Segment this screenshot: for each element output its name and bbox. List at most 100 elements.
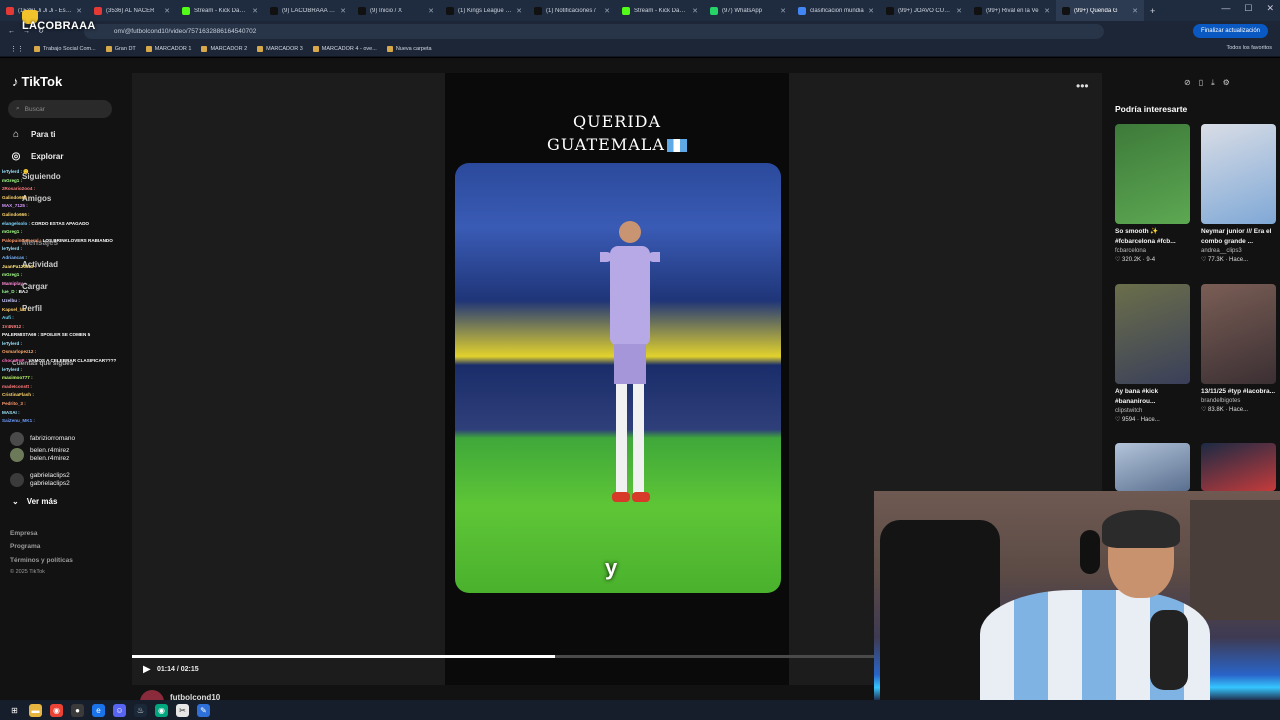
nav-label: Para ti xyxy=(31,129,56,139)
recommended-video[interactable]: Neymar junior /// Era el combo grande ..… xyxy=(1201,124,1276,265)
recommended-video[interactable] xyxy=(1201,443,1276,491)
browser-tab[interactable]: Stream - Kick Dashb ✕ xyxy=(616,0,704,21)
notepad-icon[interactable]: ✎ xyxy=(197,703,210,717)
recommended-video[interactable]: 13/11/25 #typ #lacobra... brandelbigotes ♡… xyxy=(1201,284,1276,415)
back-icon[interactable]: ← xyxy=(8,28,15,35)
tab-close-icon[interactable]: ✕ xyxy=(1132,7,1138,15)
chat-username: Galindo666 : xyxy=(2,211,30,217)
browser-tab[interactable]: (9) LACOBRAAA Ou ✕ xyxy=(264,0,352,21)
browser-tab[interactable]: Stream - Kick Dashb ✕ xyxy=(176,0,264,21)
bookmark-item[interactable]: MARCADOR 3 xyxy=(257,45,303,52)
apps-icon[interactable]: ⋮⋮ xyxy=(10,45,24,53)
more-options-icon[interactable]: ••• xyxy=(1076,79,1089,93)
chat-text: 🙂 xyxy=(22,169,30,174)
chat-username: leTylerd : xyxy=(2,340,23,346)
recommended-video[interactable]: So smooth ✨ #fcbarcelona #fcb... fcbarcel… xyxy=(1115,124,1190,265)
tab-close-icon[interactable]: ✕ xyxy=(868,7,874,15)
bookmark-label: MARCADOR 2 xyxy=(210,45,248,52)
tab-close-icon[interactable]: ✕ xyxy=(252,7,258,15)
tab-close-icon[interactable]: ✕ xyxy=(1044,7,1050,15)
bookmark-label: MARCADOR 4 - ove... xyxy=(321,45,377,52)
followed-account[interactable]: belen.r4mirez belen.r4mirez xyxy=(10,447,69,463)
browser-tab[interactable]: (1) Notificaciones / ✕ xyxy=(528,0,616,21)
download-icon[interactable]: ⤓ xyxy=(1211,78,1215,88)
recommended-video[interactable]: Ay bana #kick #bananirou... clipstwitch ♡ … xyxy=(1115,284,1190,425)
browser-tab[interactable]: (97) WhatsApp ✕ xyxy=(704,0,792,21)
tab-close-icon[interactable]: ✕ xyxy=(516,7,522,15)
url-field[interactable]: om/@futbolcond10/video/75716328861645407… xyxy=(83,23,1104,39)
new-tab-icon[interactable]: + xyxy=(1144,6,1161,16)
chat-message: madeIconstt : xyxy=(2,383,132,392)
webcam-shelf xyxy=(1190,500,1280,620)
settings-icon[interactable]: ⚙ xyxy=(1223,78,1230,88)
chat-message: Mamiplay : xyxy=(2,280,132,289)
tab-close-icon[interactable]: ✕ xyxy=(780,7,786,15)
browser-tab[interactable]: clasificacion mundia ✕ xyxy=(792,0,880,21)
browser-tab[interactable]: (3536) AL NACER ✕ xyxy=(88,0,176,21)
tab-close-icon[interactable]: ✕ xyxy=(164,7,170,15)
chat-message: Aufi : xyxy=(2,314,132,323)
bookmark-item[interactable]: Trabajo Social Com... xyxy=(34,45,96,52)
video-subtitle: y xyxy=(605,555,618,580)
see-more-button[interactable]: ⌄ Ver más xyxy=(12,497,57,506)
bookmark-label: Gran DT xyxy=(114,45,136,52)
tab-label: (9) LACOBRAAA Ou xyxy=(282,7,337,14)
tab-close-icon[interactable]: ✕ xyxy=(428,7,434,15)
discord-icon[interactable]: ☺ xyxy=(113,703,126,717)
chat-message: MASAI : xyxy=(2,409,132,418)
link-icon[interactable]: ⊘ xyxy=(1184,78,1191,88)
play-icon[interactable]: ▶ xyxy=(143,664,151,675)
browser-tab[interactable]: (99+) Querida G ✕ xyxy=(1056,0,1144,21)
browser-tab[interactable]: (99+) Rival en la Ve ✕ xyxy=(968,0,1056,21)
nav-para-ti[interactable]: ⌂ Para ti xyxy=(10,128,56,140)
browser-tab[interactable]: (9) Inicio / X ✕ xyxy=(352,0,440,21)
streamer-logo-text: LACOBRAAA xyxy=(22,20,96,32)
video-time: 01:14 / 02:15 xyxy=(157,666,199,673)
tab-close-icon[interactable]: ✕ xyxy=(692,7,698,15)
followed-account[interactable]: gabrielaclips2 gabrielaclips2 xyxy=(10,472,70,488)
tab-close-icon[interactable]: ✕ xyxy=(76,7,82,15)
followed-account[interactable]: fabriziorromano xyxy=(10,432,75,446)
tab-close-icon[interactable]: ✕ xyxy=(340,7,346,15)
bookmark-item[interactable]: MARCADOR 4 - ove... xyxy=(312,45,377,52)
tab-close-icon[interactable]: ✕ xyxy=(956,7,962,15)
update-button-label: Finalizar actualización xyxy=(1200,28,1260,34)
nav-explorar[interactable]: ◎ Explorar xyxy=(10,150,64,162)
browser-tab[interactable]: (1) Kings League Sp ✕ xyxy=(440,0,528,21)
bookmark-item[interactable]: MARCADOR 1 xyxy=(145,45,192,52)
bookmark-item[interactable]: Gran DT xyxy=(105,45,136,52)
tab-close-icon[interactable]: ✕ xyxy=(604,7,610,15)
footer-link-empresa[interactable]: Empresa xyxy=(10,530,37,537)
chat-message: leTylerd : 🙂 xyxy=(2,168,132,177)
steam-icon[interactable]: ♨ xyxy=(134,703,147,717)
browser-tab[interactable]: (99+) JOAVO CUENT ✕ xyxy=(880,0,968,21)
chat-message: Pedrito_3 : xyxy=(2,400,132,409)
recommendations-title: Podría interesarte xyxy=(1115,104,1188,114)
tab-favicon-icon xyxy=(886,6,894,15)
chrome-icon[interactable]: ◉ xyxy=(50,703,63,717)
close-window-icon[interactable]: ✕ xyxy=(1266,3,1274,14)
bookmark-folder-icon xyxy=(386,45,393,52)
footer-link-programa[interactable]: Programa xyxy=(10,543,40,550)
folder-icon[interactable]: ▬ xyxy=(29,703,42,717)
browser-tab[interactable]: (1536) Ji Ji Ji - Estas ✕ xyxy=(0,0,88,21)
bookmark-item[interactable]: Nueva carpeta xyxy=(386,45,432,52)
windows-icon[interactable]: ⊞ xyxy=(8,704,21,717)
edge-icon[interactable]: e xyxy=(92,703,105,717)
capcut-icon[interactable]: ✂ xyxy=(176,703,189,717)
chat-username: Adriancas : xyxy=(2,254,28,260)
all-bookmarks[interactable]: Todos los favoritos xyxy=(1226,45,1272,51)
obs-icon[interactable]: ● xyxy=(71,703,84,717)
search-input[interactable]: ⌕ Buscar xyxy=(8,100,112,118)
bookmark-icon[interactable]: ▯ xyxy=(1199,78,1203,88)
tiktok-logo[interactable]: ♪ TikTok xyxy=(12,74,62,89)
chat-username: elangelsolo : xyxy=(2,220,31,226)
finish-update-button[interactable]: Finalizar actualización xyxy=(1192,24,1268,38)
bookmark-label: MARCADOR 1 xyxy=(154,45,192,52)
minimize-icon[interactable]: — xyxy=(1221,3,1230,14)
bookmark-item[interactable]: MARCADOR 2 xyxy=(201,45,248,52)
chrome-dev-icon[interactable]: ◉ xyxy=(155,703,168,717)
footer-link-terms[interactable]: Términos y políticas xyxy=(10,557,73,564)
maximize-icon[interactable]: ☐ xyxy=(1244,3,1252,14)
recommended-video[interactable] xyxy=(1115,443,1190,491)
